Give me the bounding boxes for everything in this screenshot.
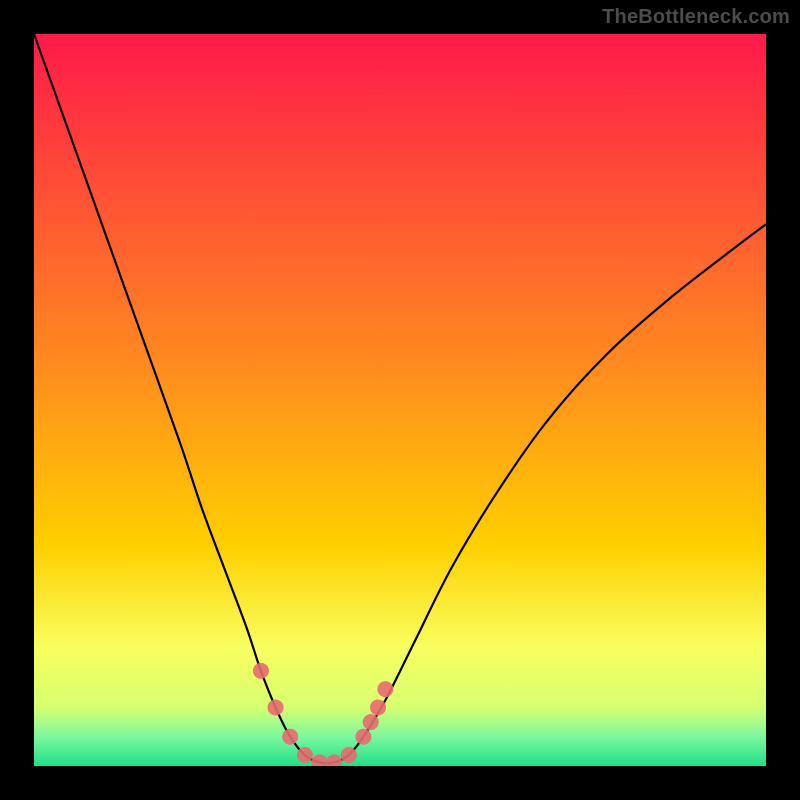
marker-dot <box>268 699 284 715</box>
watermark: TheBottleneck.com <box>602 6 790 29</box>
marker-dot <box>377 681 393 697</box>
chart-frame: TheBottleneck.com <box>0 0 800 800</box>
chart-svg <box>34 34 766 766</box>
marker-dot <box>370 699 386 715</box>
plot-area <box>34 34 766 766</box>
marker-dot <box>253 663 269 679</box>
marker-dot <box>341 747 357 763</box>
gradient-bg <box>34 34 766 766</box>
marker-dot <box>297 747 313 763</box>
marker-dot <box>363 714 379 730</box>
marker-dot <box>282 729 298 745</box>
marker-dot <box>355 729 371 745</box>
